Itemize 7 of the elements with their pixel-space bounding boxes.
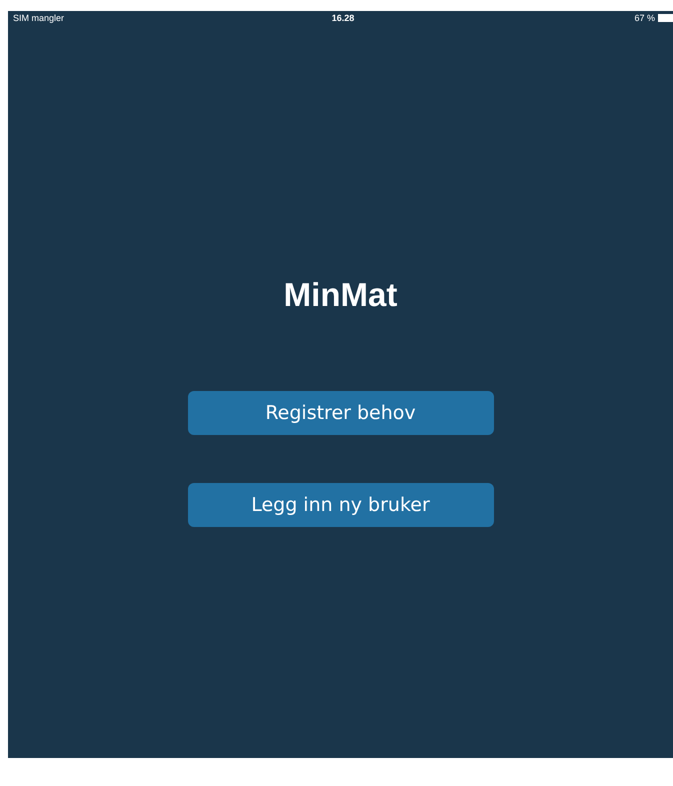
battery-icon bbox=[658, 14, 673, 22]
battery-percent: 67 % bbox=[634, 13, 655, 23]
menu-button[interactable]: Legg inn ny bruker bbox=[188, 483, 494, 527]
menu-button[interactable]: Registrer behov bbox=[188, 391, 494, 435]
carrier-text: SIM mangler bbox=[13, 13, 64, 23]
clock-text: 16.28 bbox=[332, 13, 354, 23]
app-title: MinMat bbox=[284, 275, 398, 315]
